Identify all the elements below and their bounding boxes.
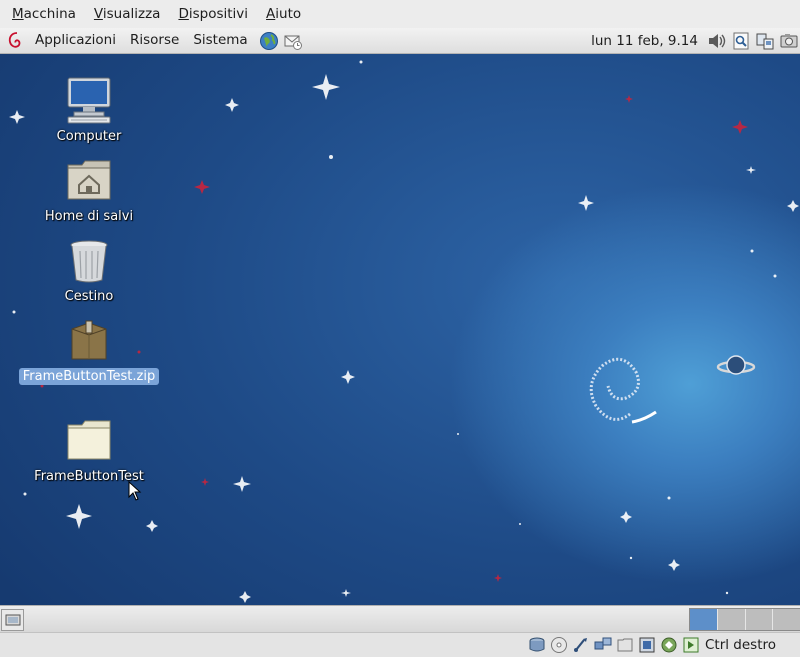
screenshot-icon[interactable] — [778, 30, 800, 52]
hard-disk-icon[interactable] — [527, 635, 547, 655]
menu-aiuto[interactable]: Aiuto — [260, 0, 307, 28]
menu-macchina[interactable]: Macchina — [6, 0, 82, 28]
desktop-icon-label: Computer — [56, 129, 122, 144]
workspace-3[interactable] — [745, 609, 774, 630]
clock[interactable]: lun 11 feb, 9.14 — [585, 33, 704, 49]
usb-icon[interactable] — [571, 635, 591, 655]
web-browser-icon[interactable] — [259, 31, 279, 51]
trash-icon — [63, 234, 115, 286]
host-key-label: Ctrl destro — [704, 637, 776, 653]
menu-dispositivi[interactable]: Dispositivi — [172, 0, 254, 28]
desktop-icon-label: Cestino — [64, 289, 114, 304]
mouse-cursor-icon — [128, 481, 142, 501]
planet-decoration — [716, 355, 756, 375]
volume-icon[interactable] — [706, 30, 728, 52]
mail-client-icon[interactable] — [283, 31, 303, 51]
debian-swirl-decoration — [589, 357, 657, 424]
desktop-icon-label: Home di salvi — [44, 209, 134, 224]
archive-icon — [63, 314, 115, 366]
network-icon[interactable] — [754, 30, 776, 52]
home-folder-icon — [63, 154, 115, 206]
network-adapter-icon[interactable] — [593, 635, 613, 655]
debian-swirl-icon[interactable] — [6, 30, 26, 52]
workspace-switcher[interactable] — [689, 608, 800, 631]
desktop-icon-folder[interactable]: FrameButtonTest — [9, 414, 169, 485]
workspace-2[interactable] — [717, 609, 746, 630]
top-panel: Applicazioni Risorse Sistema lun 11 feb,… — [0, 28, 800, 54]
show-desktop-icon[interactable] — [1, 609, 24, 631]
menu-visualizza[interactable]: Visualizza — [88, 0, 167, 28]
desktop-icon-trash[interactable]: Cestino — [9, 234, 169, 305]
system-menu[interactable]: Sistema — [186, 28, 254, 53]
search-tool-icon[interactable] — [730, 30, 752, 52]
panel-right-area: lun 11 feb, 9.14 — [585, 30, 800, 52]
desktop-icon-home[interactable]: Home di salvi — [9, 154, 169, 225]
computer-icon — [63, 74, 115, 126]
optical-drive-icon[interactable] — [549, 635, 569, 655]
desktop[interactable]: Computer Home di salvi Cestino FrameButt… — [0, 54, 800, 605]
applications-menu[interactable]: Applicazioni — [28, 28, 123, 53]
folder-icon — [63, 414, 115, 466]
shared-folder-icon[interactable] — [615, 635, 635, 655]
desktop-icon-zip[interactable]: FrameButtonTest.zip — [9, 314, 169, 385]
workspace-1[interactable] — [690, 609, 718, 630]
vm-menubar: Macchina Visualizza Dispositivi Aiuto — [0, 0, 800, 28]
workspace-4[interactable] — [773, 609, 800, 630]
virtualization-icon[interactable] — [659, 635, 679, 655]
display-icon[interactable] — [637, 635, 657, 655]
desktop-icon-label: FrameButtonTest.zip — [18, 368, 160, 385]
vm-statusbar: Ctrl destro — [0, 632, 800, 657]
bottom-panel — [0, 605, 800, 632]
desktop-icon-computer[interactable]: Computer — [9, 74, 169, 145]
places-menu[interactable]: Risorse — [123, 28, 186, 53]
mouse-integration-icon[interactable] — [681, 635, 701, 655]
